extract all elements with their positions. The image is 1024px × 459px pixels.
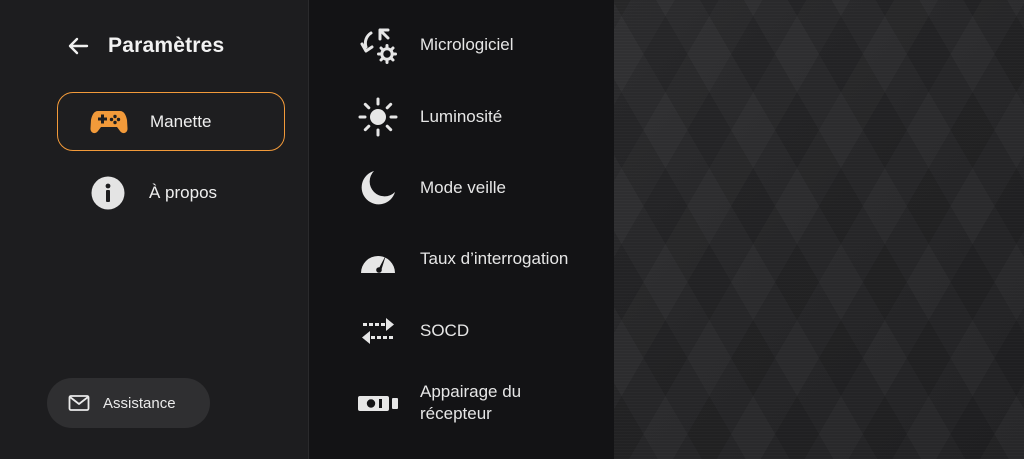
sidebar-item-label: À propos (149, 182, 218, 202)
menu-item-label: Mode veille (420, 178, 506, 197)
assistance-label: Assistance (103, 394, 176, 412)
menu-item-appairage-recepteur[interactable]: Appairage du récepteur (357, 381, 597, 425)
mail-icon (68, 395, 90, 411)
settings-menu: Micrologiciel Luminosité Mode veille Tau… (309, 0, 614, 459)
menu-item-label: Taux d’interrogation (420, 249, 569, 268)
assistance-button[interactable]: Assistance (47, 378, 210, 428)
menu-item-label: Micrologiciel (420, 35, 514, 54)
menu-item-label: Appairage du récepteur (420, 382, 522, 423)
menu-item-socd[interactable]: SOCD (357, 310, 597, 352)
gamepad-icon (90, 110, 128, 133)
header: Paramètres (62, 28, 224, 64)
sidebar-item-label: Manette (150, 111, 212, 131)
menu-item-mode-veille[interactable]: Mode veille (357, 167, 597, 209)
menu-item-label: SOCD (420, 321, 470, 340)
sidebar-item-manette[interactable]: Manette (57, 92, 285, 151)
settings-app: Paramètres Manette À propos Assistance M… (0, 0, 1024, 459)
menu-item-taux-interrogation[interactable]: Taux d’interrogation (357, 238, 597, 280)
back-button[interactable] (62, 28, 94, 64)
sidebar: Paramètres Manette À propos Assistance (0, 0, 309, 459)
firmware-update-icon (360, 28, 397, 64)
arrow-left-icon (68, 37, 89, 55)
page-title: Paramètres (108, 34, 225, 57)
gauge-icon (361, 255, 395, 273)
menu-item-label: Luminosité (420, 107, 503, 126)
receiver-icon (358, 396, 398, 411)
menu-item-micrologiciel[interactable]: Micrologiciel (357, 24, 597, 66)
info-icon (91, 176, 125, 209)
swap-arrows-icon (362, 318, 394, 344)
sidebar-item-a-propos[interactable]: À propos (57, 163, 285, 222)
content-pane (614, 0, 1024, 459)
sun-icon (358, 97, 398, 137)
moon-icon (361, 171, 395, 205)
menu-item-luminosite[interactable]: Luminosité (357, 96, 597, 138)
